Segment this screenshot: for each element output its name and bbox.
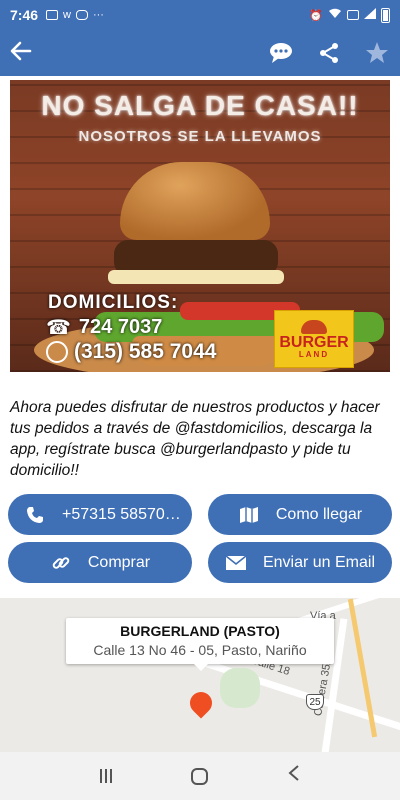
buy-button[interactable]: Comprar	[8, 542, 192, 583]
route-shield: 25	[306, 694, 324, 710]
burgerland-logo: BURGER LAND	[274, 310, 354, 368]
share-icon	[320, 43, 338, 63]
back-button[interactable]	[10, 40, 40, 66]
wifi-icon	[328, 8, 342, 22]
volte-icon	[347, 10, 359, 20]
place-address: Calle 13 No 46 - 05, Pasto, Nariño	[93, 642, 307, 658]
share-button[interactable]	[316, 40, 342, 66]
wattpad-icon: w	[63, 9, 71, 21]
whatsapp-icon	[46, 341, 68, 363]
banner-phone-landline: ☎ 724 7037	[46, 315, 162, 340]
banner-domicilios: DOMICILIOS:	[48, 292, 179, 313]
map-pin-icon[interactable]	[185, 687, 217, 719]
signal-icon	[364, 8, 376, 22]
status-time: 7:46	[10, 7, 39, 23]
phone-icon	[24, 504, 46, 526]
favorite-button[interactable]	[364, 40, 390, 66]
home-button[interactable]	[190, 767, 208, 785]
logo-subtext: LAND	[298, 349, 330, 359]
directions-button-label: Como llegar	[275, 505, 363, 523]
promo-description: Ahora puedes disfrutar de nuestros produ…	[10, 399, 380, 479]
envelope-icon	[225, 552, 247, 574]
app-bar	[0, 30, 400, 76]
alarm-icon: ⏰	[309, 9, 323, 22]
link-icon	[50, 552, 72, 574]
recents-icon-bar	[104, 769, 107, 783]
battery-icon	[381, 7, 390, 23]
banner-subline: NOSOTROS SE LA LLEVAMOS	[78, 128, 322, 145]
recents-button[interactable]	[99, 769, 112, 783]
arrow-left-icon	[10, 41, 32, 61]
status-bar: 7:46 w ··· ⏰	[0, 0, 400, 30]
call-button[interactable]: +57315 58570…	[8, 494, 192, 535]
burger-bun-top	[120, 162, 270, 240]
place-name: BURGERLAND (PASTO)	[120, 623, 280, 639]
chevron-left-icon	[287, 765, 299, 781]
directions-button[interactable]: Como llegar	[208, 494, 392, 535]
burger-icon	[301, 319, 327, 334]
star-icon	[366, 42, 388, 63]
chat-button[interactable]	[268, 40, 294, 66]
email-button[interactable]: Enviar un Email	[208, 542, 392, 583]
email-button-label: Enviar un Email	[262, 553, 376, 571]
banner-phone2-text: (315) 585 7044	[74, 340, 217, 363]
map-park	[220, 668, 260, 708]
buy-button-label: Comprar	[87, 553, 151, 571]
notification-icons: w ···	[46, 9, 104, 21]
chat-icon	[270, 43, 292, 63]
promo-banner-image: NO SALGA DE CASA!! NOSOTROS SE LA LLEVAM…	[10, 80, 390, 372]
instagram-icon	[75, 10, 88, 20]
telephone-icon: ☎	[46, 317, 71, 339]
location-map[interactable]: Calle 18 Carrera 35A Vía a 25 BURGERLAND…	[0, 598, 400, 752]
system-icons: ⏰	[309, 7, 390, 23]
map-icon	[238, 504, 260, 526]
system-nav-bar	[0, 752, 400, 800]
banner-phone1-text: 724 7037	[78, 316, 163, 338]
banner-headline: NO SALGA DE CASA!!	[41, 90, 359, 121]
recents-icon-bar	[99, 769, 102, 783]
nav-back-button[interactable]	[287, 764, 301, 788]
banner-phone-whatsapp: (315) 585 7044	[46, 340, 216, 364]
more-notifications: ···	[92, 9, 104, 21]
map-info-window[interactable]: BURGERLAND (PASTO) Calle 13 No 46 - 05, …	[66, 618, 334, 671]
call-button-label: +57315 58570…	[62, 505, 181, 523]
burger-cheese	[108, 270, 284, 284]
gallery-icon	[46, 10, 59, 20]
recents-icon-bar	[109, 769, 112, 783]
logo-text: BURGER	[279, 333, 349, 351]
